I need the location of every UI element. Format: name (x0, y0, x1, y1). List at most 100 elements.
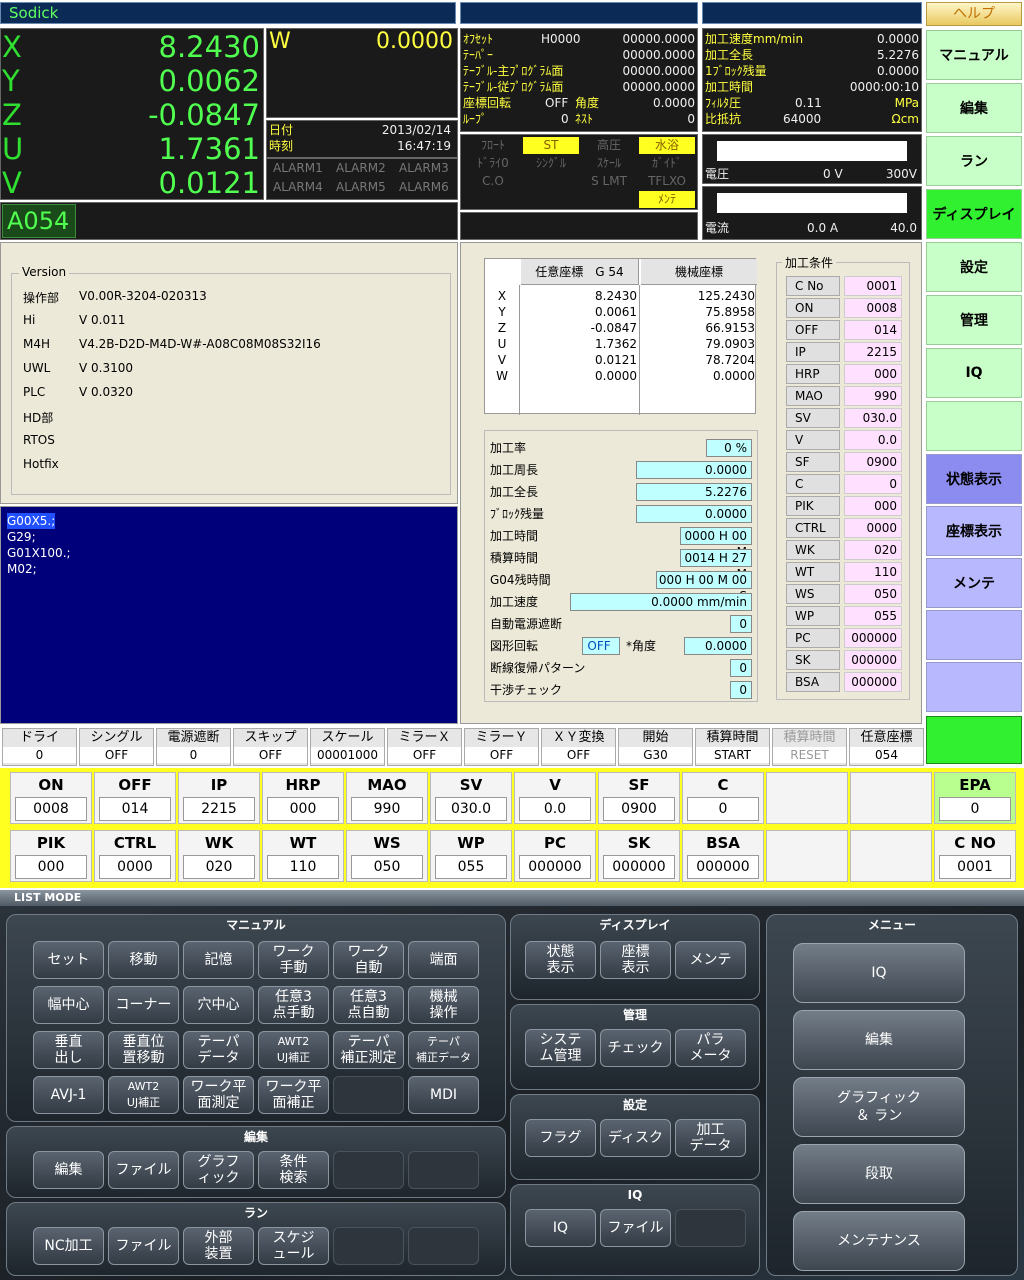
panel-button[interactable]: メンテ (675, 941, 746, 979)
condition-row[interactable]: MAO 990 (786, 386, 904, 406)
param-wk[interactable]: WK 020 (178, 830, 260, 882)
toggle-8[interactable]: 開始 G30 (618, 728, 693, 766)
panel-button[interactable]: チェック (600, 1029, 671, 1067)
panel-button[interactable]: 外部 装置 (183, 1227, 254, 1265)
condition-row[interactable]: CTRL 0000 (786, 518, 904, 538)
menu-button[interactable]: IQ (793, 943, 965, 1003)
sidebar-sub-item-2[interactable]: メンテ (926, 558, 1022, 608)
sidebar-item-2[interactable]: ラン (926, 136, 1022, 186)
param-pc[interactable]: PC 000000 (514, 830, 596, 882)
toggle-0[interactable]: ドライ 0 (2, 728, 77, 766)
condition-row[interactable]: BSA 000000 (786, 672, 904, 692)
param-mao[interactable]: MAO 990 (346, 772, 428, 824)
param-wt[interactable]: WT 110 (262, 830, 344, 882)
panel-button[interactable]: テーパ 補正測定 (333, 1031, 404, 1069)
panel-button[interactable]: システ ム管理 (525, 1029, 596, 1067)
condition-row[interactable]: WT 110 (786, 562, 904, 582)
panel-button[interactable]: 編集 (33, 1151, 104, 1189)
param-pik[interactable]: PIK 000 (10, 830, 92, 882)
panel-button[interactable]: ワーク平 面補正 (258, 1076, 329, 1114)
param-sk[interactable]: SK 000000 (598, 830, 680, 882)
toggle-4[interactable]: スケール 00001000 (310, 728, 385, 766)
panel-button[interactable]: セット (33, 941, 104, 979)
condition-row[interactable]: SV 030.0 (786, 408, 904, 428)
param-v[interactable]: V 0.0 (514, 772, 596, 824)
panel-button[interactable]: ファイル (600, 1209, 671, 1247)
condition-row[interactable]: C No 0001 (786, 276, 904, 296)
panel-button[interactable]: フラグ (525, 1119, 596, 1157)
panel-button[interactable]: 穴中心 (183, 986, 254, 1024)
condition-row[interactable]: PC 000000 (786, 628, 904, 648)
menu-button[interactable]: メンテナンス (793, 1211, 965, 1271)
menu-button[interactable]: グラフィック ＆ ラン (793, 1077, 965, 1137)
condition-row[interactable]: WP 055 (786, 606, 904, 626)
param-hrp[interactable]: HRP 000 (262, 772, 344, 824)
condition-row[interactable]: HRP 000 (786, 364, 904, 384)
toggle-7[interactable]: ＸＹ変換 OFF (541, 728, 616, 766)
panel-button[interactable]: NC加工 (33, 1227, 104, 1265)
panel-button[interactable]: 任意3 点手動 (258, 986, 329, 1024)
param-wp[interactable]: WP 055 (430, 830, 512, 882)
condition-row[interactable]: OFF 014 (786, 320, 904, 340)
toggle-1[interactable]: シングル OFF (79, 728, 154, 766)
toggle-11[interactable]: 任意座標 054 (849, 728, 924, 766)
param-ws[interactable]: WS 050 (346, 830, 428, 882)
param-ip[interactable]: IP 2215 (178, 772, 260, 824)
param-c[interactable]: C0 (682, 772, 764, 824)
panel-button[interactable]: テーパ 補正データ (408, 1031, 479, 1069)
toggle-3[interactable]: スキップ OFF (233, 728, 308, 766)
panel-button[interactable]: ファイル (108, 1151, 179, 1189)
condition-row[interactable]: PIK 000 (786, 496, 904, 516)
condition-row[interactable]: WS 050 (786, 584, 904, 604)
panel-button[interactable]: テーパ データ (183, 1031, 254, 1069)
panel-button[interactable]: ワーク 手動 (258, 941, 329, 979)
menu-button[interactable]: 段取 (793, 1144, 965, 1204)
help-button[interactable]: ヘルプ (926, 2, 1022, 26)
param-cno[interactable]: C NO 0001 (934, 830, 1016, 882)
panel-button[interactable]: 加工 データ (675, 1119, 746, 1157)
panel-button[interactable]: 垂直 出し (33, 1031, 104, 1069)
panel-button[interactable]: 機械 操作 (408, 986, 479, 1024)
program-line[interactable]: G01X100.; (7, 545, 71, 561)
sidebar-item-3[interactable]: ディスプレイ (926, 189, 1022, 239)
panel-button[interactable]: 任意3 点自動 (333, 986, 404, 1024)
condition-row[interactable]: C0 (786, 474, 904, 494)
sidebar-item-1[interactable]: 編集 (926, 83, 1022, 133)
toggle-5[interactable]: ミラーＸ OFF (387, 728, 462, 766)
panel-button[interactable]: ファイル (108, 1227, 179, 1265)
param-off[interactable]: OFF 014 (94, 772, 176, 824)
panel-button[interactable]: AWT2 UJ補正 (258, 1031, 329, 1069)
sidebar-sub-item-1[interactable]: 座標表示 (926, 506, 1022, 556)
program-line[interactable]: M02; (7, 561, 37, 577)
panel-button[interactable]: ワーク平 面測定 (183, 1076, 254, 1114)
sidebar-item-5[interactable]: 管理 (926, 295, 1022, 345)
panel-button[interactable]: 記憶 (183, 941, 254, 979)
condition-row[interactable]: ON 0008 (786, 298, 904, 318)
panel-button[interactable]: グラフ ィック (183, 1151, 254, 1189)
panel-button[interactable]: コーナー (108, 986, 179, 1024)
program-line[interactable]: G00X5.; (7, 513, 56, 529)
panel-button[interactable]: 状態 表示 (525, 941, 596, 979)
toggle-9[interactable]: 積算時間 START (695, 728, 770, 766)
param-sv[interactable]: SV 030.0 (430, 772, 512, 824)
panel-button[interactable]: AVJ-1 (33, 1076, 104, 1114)
condition-row[interactable]: IP 2215 (786, 342, 904, 362)
panel-button[interactable]: パラ メータ (675, 1029, 746, 1067)
panel-button[interactable]: ディスク (600, 1119, 671, 1157)
toggle-2[interactable]: 電源遮断 0 (156, 728, 231, 766)
menu-button[interactable]: 編集 (793, 1010, 965, 1070)
condition-row[interactable]: SK 000000 (786, 650, 904, 670)
condition-row[interactable]: SF 0900 (786, 452, 904, 472)
panel-button[interactable]: 端面 (408, 941, 479, 979)
toggle-6[interactable]: ミラーＹ OFF (464, 728, 539, 766)
condition-row[interactable]: WK 020 (786, 540, 904, 560)
panel-button[interactable]: 移動 (108, 941, 179, 979)
toggle-10[interactable]: 積算時間 RESET (772, 728, 847, 766)
param-epa[interactable]: EPA 0 (934, 772, 1016, 824)
sidebar-item-0[interactable]: マニュアル (926, 30, 1022, 80)
panel-button[interactable]: AWT2 UJ補正 (108, 1076, 179, 1114)
panel-button[interactable]: 座標 表示 (600, 941, 671, 979)
panel-button[interactable]: ワーク 自動 (333, 941, 404, 979)
panel-button[interactable]: スケジ ュール (258, 1227, 329, 1265)
panel-button[interactable]: IQ (525, 1209, 596, 1247)
